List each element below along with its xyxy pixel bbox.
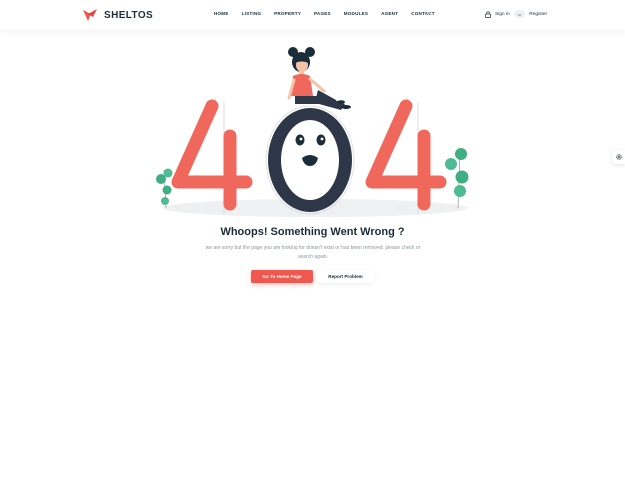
nav-agent[interactable]: AGENT — [381, 11, 398, 16]
left-plant — [156, 168, 173, 209]
settings-button[interactable] — [612, 150, 625, 164]
go-home-button[interactable]: Go To Home Page — [251, 270, 313, 283]
logo-icon — [83, 9, 97, 21]
gear-icon — [615, 154, 622, 160]
nav-contact[interactable]: CONTACT — [411, 11, 435, 16]
site-header: SHELTOS HOME LISTING PROPERTY PAGES MODU… — [0, 0, 625, 30]
error-title: Whoops! Something Went Wrong ? — [220, 226, 405, 238]
main-nav: HOME LISTING PROPERTY PAGES MODULES AGEN… — [214, 11, 435, 16]
nav-pages[interactable]: PAGES — [314, 11, 331, 16]
right-plant — [445, 148, 469, 209]
report-problem-button[interactable]: Report Problem — [317, 270, 374, 283]
error-404-illustration — [156, 47, 469, 217]
nav-listing[interactable]: LISTING — [242, 11, 262, 16]
signin-link[interactable]: Sign in — [495, 12, 510, 17]
nav-modules[interactable]: MODULES — [344, 11, 368, 16]
or-separator: or — [513, 10, 526, 18]
nav-property[interactable]: PROPERTY — [274, 11, 301, 16]
digit-four-left — [171, 99, 253, 211]
lock-icon — [485, 10, 491, 18]
nav-home[interactable]: HOME — [214, 11, 229, 16]
digit-zero-face — [265, 105, 355, 215]
sitting-girl — [287, 47, 351, 110]
digit-four-right — [365, 99, 447, 211]
account-links: Sign in or Register — [485, 10, 547, 18]
register-link[interactable]: Register — [529, 12, 547, 17]
error-description: we are sorry but the page you are lookin… — [205, 245, 421, 260]
brand-name: SHELTOS — [104, 9, 154, 21]
brand-logo[interactable]: SHELTOS — [82, 8, 153, 22]
